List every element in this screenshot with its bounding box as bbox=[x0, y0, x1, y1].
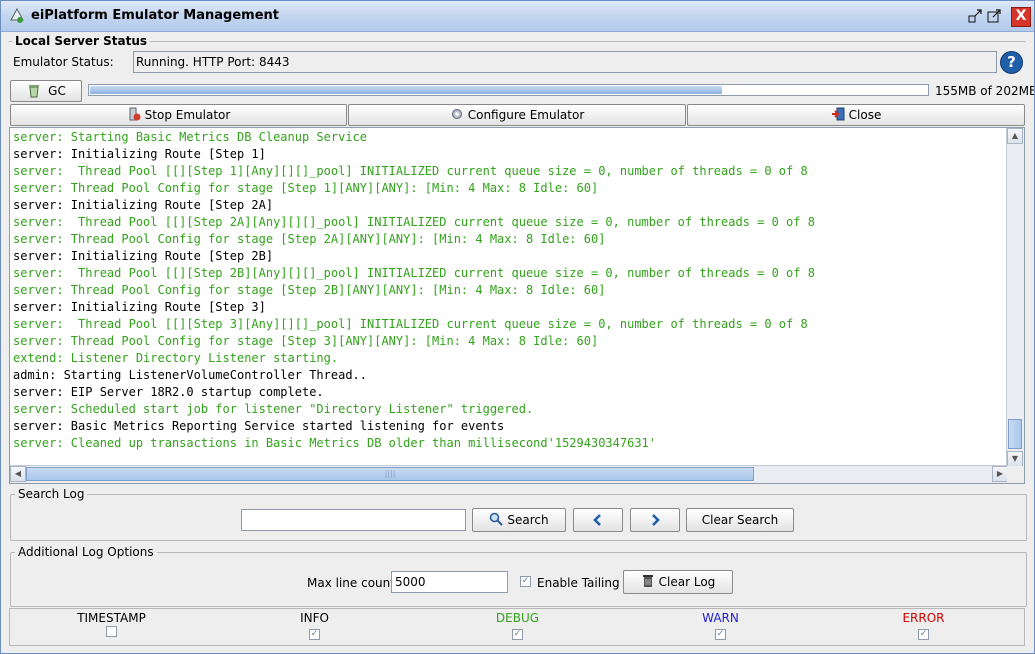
help-button[interactable]: ? bbox=[1000, 51, 1023, 74]
scroll-up-icon[interactable]: ▲ bbox=[1007, 128, 1023, 144]
horizontal-scroll-thumb[interactable]: |||| bbox=[26, 467, 754, 481]
log-line: server: Basic Metrics Reporting Service … bbox=[13, 419, 505, 433]
title-bar: eiPlatform Emulator Management X bbox=[1, 1, 1034, 32]
chevron-left-icon bbox=[593, 514, 601, 526]
level-name: DEBUG bbox=[495, 611, 540, 625]
level-name: TIMESTAMP bbox=[77, 611, 146, 625]
clear-log-button[interactable]: Clear Log bbox=[623, 570, 733, 594]
max-line-count-input[interactable] bbox=[391, 571, 508, 593]
log-vertical-scrollbar[interactable]: ▲ ▼ bbox=[1006, 128, 1024, 467]
recycle-bin-icon bbox=[29, 85, 39, 98]
clear-search-button[interactable]: Clear Search bbox=[686, 508, 794, 532]
gc-button[interactable]: GC bbox=[10, 80, 82, 102]
log-options-group: Additional Log Options bbox=[10, 545, 1027, 607]
log-line: server: Initializing Route [Step 2B] bbox=[13, 249, 274, 263]
configure-emulator-button[interactable]: Configure Emulator bbox=[348, 104, 686, 126]
scroll-down-icon[interactable]: ▼ bbox=[1007, 451, 1023, 467]
level-checkbox[interactable]: ✓ bbox=[309, 629, 320, 640]
log-line: server: Thread Pool [[][Step 3][Any][][]… bbox=[13, 317, 808, 331]
log-line: server: Thread Pool [[][Step 2A][Any][][… bbox=[13, 215, 815, 229]
clear-log-label: Clear Log bbox=[658, 575, 716, 589]
gear-icon bbox=[451, 109, 462, 119]
window-title: eiPlatform Emulator Management bbox=[31, 8, 279, 23]
scroll-left-icon[interactable]: ◀ bbox=[10, 466, 26, 482]
window-close-button[interactable]: X bbox=[1011, 7, 1031, 27]
log-line: server: EIP Server 18R2.0 startup comple… bbox=[13, 385, 324, 399]
maximize-icon[interactable] bbox=[986, 8, 1002, 24]
log-line: server: Thread Pool [[][Step 2B][Any][][… bbox=[13, 266, 815, 280]
gc-label: GC bbox=[48, 84, 66, 98]
log-line: server: Thread Pool Config for stage [St… bbox=[13, 283, 606, 297]
memory-progress-bar bbox=[88, 84, 929, 96]
stop-emulator-label: Stop Emulator bbox=[144, 108, 231, 122]
search-input[interactable] bbox=[241, 509, 466, 531]
level-checkbox[interactable]: ✓ bbox=[918, 629, 929, 640]
search-icon bbox=[490, 512, 504, 526]
search-button[interactable]: Search bbox=[472, 508, 566, 532]
emulator-status-field: Running. HTTP Port: 8443 bbox=[133, 51, 997, 73]
log-line: server: Cleaned up transactions in Basic… bbox=[13, 436, 656, 450]
level-name: ERROR bbox=[902, 611, 945, 625]
level-filter-timestamp: TIMESTAMP bbox=[10, 609, 213, 640]
log-line: server: Initializing Route [Step 1] bbox=[13, 147, 266, 161]
trash-icon bbox=[642, 575, 653, 587]
level-checkbox[interactable]: ✓ bbox=[715, 629, 726, 640]
enable-tailing-checkbox[interactable]: ✓ bbox=[520, 576, 531, 587]
emulator-status-label: Emulator Status: bbox=[13, 55, 114, 69]
log-line: server: Thread Pool Config for stage [St… bbox=[13, 334, 599, 348]
minimize-icon[interactable] bbox=[967, 8, 983, 24]
log-line: server: Starting Basic Metrics DB Cleanu… bbox=[13, 130, 368, 144]
search-log-legend: Search Log bbox=[18, 487, 85, 501]
log-options-legend: Additional Log Options bbox=[18, 545, 154, 559]
scroll-corner bbox=[1007, 466, 1024, 483]
log-line: server: Thread Pool Config for stage [St… bbox=[13, 181, 599, 195]
chevron-right-icon bbox=[652, 514, 660, 526]
scroll-right-icon[interactable]: ▶ bbox=[992, 466, 1008, 482]
vertical-scroll-thumb[interactable] bbox=[1008, 419, 1022, 449]
log-line: server: Thread Pool Config for stage [St… bbox=[13, 232, 606, 246]
level-name: WARN bbox=[702, 611, 739, 625]
enable-tailing-label: Enable Tailing bbox=[537, 576, 620, 590]
log-line: admin: Starting ListenerVolumeController… bbox=[13, 368, 368, 382]
log-lines: server: Starting Basic Metrics DB Cleanu… bbox=[13, 129, 815, 452]
log-line: server: Scheduled start job for listener… bbox=[13, 402, 534, 416]
log-line: extend: Listener Directory Listener star… bbox=[13, 351, 339, 365]
level-checkbox[interactable]: ✓ bbox=[512, 629, 523, 640]
log-horizontal-scrollbar[interactable]: ◀ |||| ▶ bbox=[10, 465, 1008, 483]
close-label: Close bbox=[848, 108, 882, 122]
memory-usage-text: 155MB of 202MB bbox=[935, 84, 1035, 98]
memory-progress-fill bbox=[90, 86, 722, 94]
stop-emulator-button[interactable]: Stop Emulator bbox=[10, 104, 347, 126]
level-filter-info: INFO ✓ bbox=[213, 609, 416, 640]
level-name: INFO bbox=[300, 611, 329, 625]
level-checkbox[interactable] bbox=[106, 626, 117, 637]
close-button[interactable]: Close bbox=[687, 104, 1025, 126]
log-level-filters: TIMESTAMP INFO ✓ DEBUG ✓ WARN ✓ ERROR ✓ bbox=[9, 608, 1025, 646]
level-filter-error: ERROR ✓ bbox=[822, 609, 1025, 640]
emulator-window: eiPlatform Emulator Management X Local S… bbox=[0, 0, 1035, 654]
level-filter-debug: DEBUG ✓ bbox=[416, 609, 619, 640]
log-line: server: Initializing Route [Step 3] bbox=[13, 300, 266, 314]
search-previous-button[interactable] bbox=[573, 508, 623, 532]
server-status-legend: Local Server Status bbox=[15, 34, 148, 48]
max-line-count-label: Max line count: bbox=[307, 576, 399, 590]
clear-search-label: Clear Search bbox=[701, 513, 779, 527]
exit-door-icon bbox=[831, 107, 845, 121]
log-output[interactable]: server: Starting Basic Metrics DB Cleanu… bbox=[9, 127, 1025, 484]
configure-emulator-label: Configure Emulator bbox=[467, 108, 585, 122]
app-icon bbox=[10, 8, 24, 23]
emulator-status-value: Running. HTTP Port: 8443 bbox=[136, 55, 290, 69]
log-line: server: Thread Pool [[][Step 1][Any][][]… bbox=[13, 164, 808, 178]
log-line: server: Initializing Route [Step 2A] bbox=[13, 198, 274, 212]
search-next-button[interactable] bbox=[630, 508, 680, 532]
search-label: Search bbox=[507, 513, 549, 527]
level-filter-warn: WARN ✓ bbox=[619, 609, 822, 640]
stop-server-icon bbox=[129, 107, 141, 121]
